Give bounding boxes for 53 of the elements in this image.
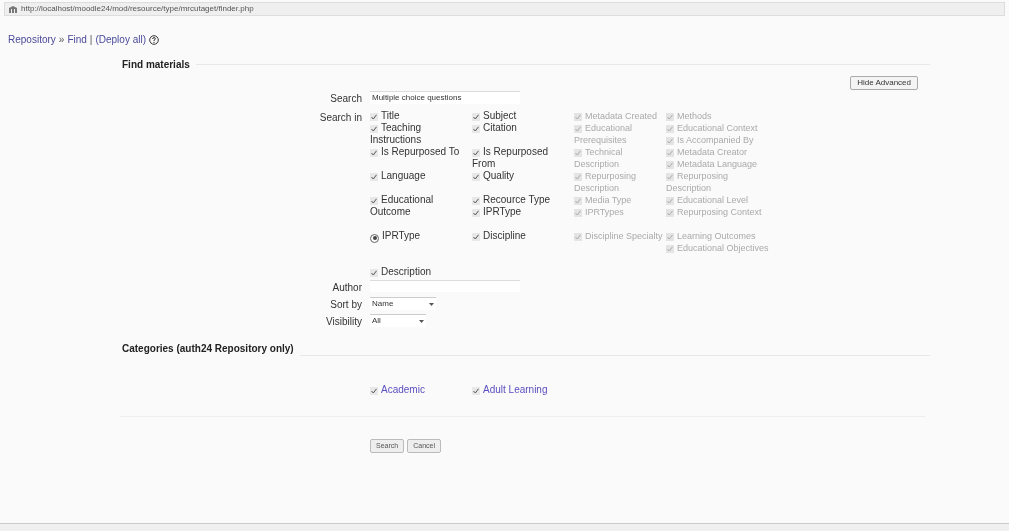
dropdown[interactable]: Name (370, 297, 436, 310)
category-option[interactable]: Adult Learning (472, 384, 574, 396)
checkbox[interactable] (370, 125, 378, 133)
breadcrumb-link[interactable]: Find (67, 32, 87, 47)
option-label[interactable]: IPRType (370, 230, 472, 243)
hide-advanced-button[interactable]: Hide Advanced (850, 76, 918, 90)
breadcrumb-link[interactable]: Repository (8, 32, 56, 47)
option-label[interactable]: IPRType (472, 206, 574, 218)
checkbox[interactable] (370, 269, 378, 277)
help-icon[interactable] (149, 34, 159, 45)
option-label[interactable]: Is Repurposed From (472, 146, 574, 170)
caret-icon (419, 319, 424, 323)
option-label[interactable]: Citation (472, 122, 574, 134)
address-url[interactable]: http://localhost/moodle24/mod/resource/type/mrcutaget/finder.php (21, 3, 254, 15)
option-label[interactable]: Is Repurposed To (370, 146, 472, 158)
page-icon (9, 5, 17, 13)
option-label[interactable]: Discipline (472, 230, 574, 242)
option-label[interactable]: Recource Type (472, 194, 574, 206)
author-field[interactable] (370, 280, 520, 292)
option-label[interactable]: Educational Outcome (370, 194, 472, 218)
checkbox[interactable] (472, 197, 480, 205)
checkbox[interactable] (472, 233, 480, 241)
author-label: Author (331, 281, 362, 295)
checkbox[interactable] (370, 197, 378, 205)
checkbox[interactable] (472, 209, 480, 217)
category-option[interactable]: Academic (370, 384, 472, 396)
caret-icon (429, 302, 434, 306)
checkbox[interactable] (472, 387, 480, 395)
search-field[interactable]: Multiple choice questions (370, 91, 520, 104)
section-heading: Categories (auth24 Repository only) (122, 342, 294, 356)
option-label[interactable]: Title (370, 110, 472, 122)
checkbox[interactable] (472, 149, 480, 157)
visibility-label: Visibility (325, 315, 362, 329)
breadcrumb-separator: | (89, 33, 93, 47)
checkbox[interactable] (472, 173, 480, 181)
checkbox[interactable] (370, 387, 378, 395)
option-label[interactable]: Teaching Instructions (370, 122, 472, 146)
search-label: Search (329, 92, 362, 106)
section-heading: Find materials (122, 58, 190, 72)
sort-by-label: Sort by (329, 298, 362, 312)
option-label[interactable]: Subject (472, 110, 574, 122)
checkbox[interactable] (472, 125, 480, 133)
breadcrumb-separator: » (58, 33, 65, 47)
checkbox[interactable] (370, 173, 378, 181)
option-label[interactable]: Quality (472, 170, 574, 182)
breadcrumb-link[interactable]: (Deploy all) (95, 32, 146, 47)
option-label[interactable]: Description (370, 266, 472, 278)
checkbox[interactable] (370, 149, 378, 157)
checkbox[interactable] (370, 113, 378, 121)
option-label[interactable]: Language (370, 170, 472, 182)
search-in-label: Search in (318, 111, 362, 125)
dropdown[interactable]: All (370, 314, 426, 327)
checkbox[interactable] (472, 113, 480, 121)
